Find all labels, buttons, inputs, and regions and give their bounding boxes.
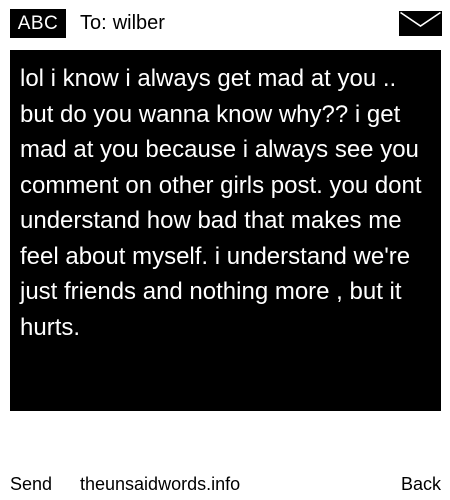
- envelope-icon[interactable]: [399, 11, 442, 36]
- send-button[interactable]: Send: [10, 470, 52, 498]
- recipient-name: wilber: [112, 12, 165, 34]
- to-label: To:: [80, 12, 107, 34]
- input-mode-badge[interactable]: ABC: [10, 9, 66, 38]
- site-watermark: theunsaidwords.info: [80, 474, 241, 494]
- softkey-bar: Send theunsaidwords.info Back: [0, 470, 450, 498]
- compose-header: ABC To: wilber: [0, 0, 450, 46]
- message-text: lol i know i always get mad at you .. bu…: [20, 65, 422, 341]
- back-button[interactable]: Back: [401, 470, 441, 498]
- message-body-panel[interactable]: lol i know i always get mad at you .. bu…: [10, 50, 441, 411]
- recipient-line: To: wilber: [80, 9, 165, 38]
